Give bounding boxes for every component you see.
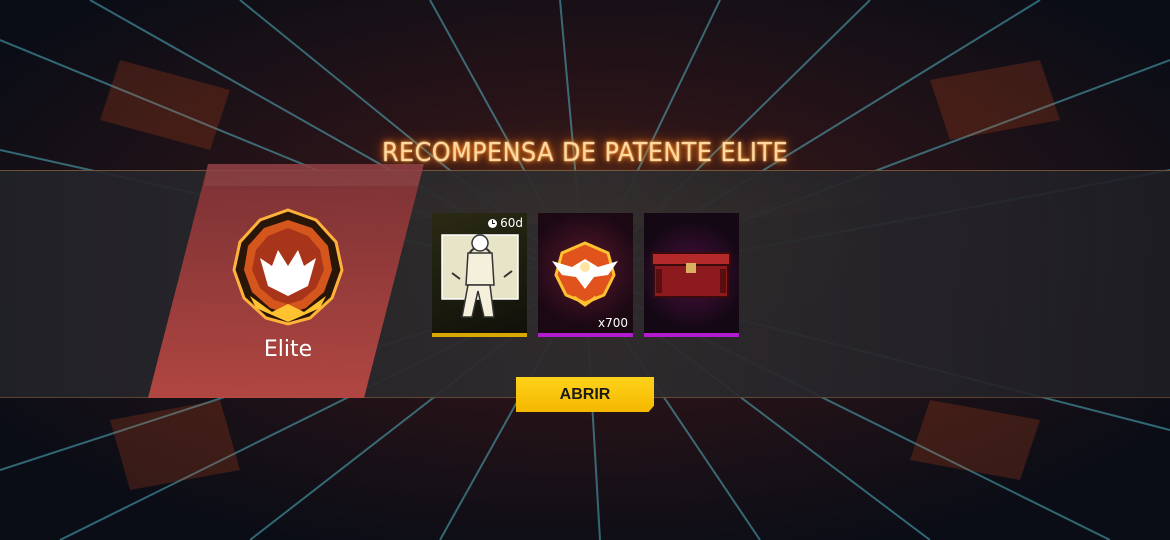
reward-quantity: x700 xyxy=(597,316,628,330)
rarity-bar xyxy=(644,333,739,337)
reward-card-emblem[interactable]: x700 xyxy=(538,213,633,337)
emote-graffiti-icon xyxy=(441,234,519,318)
clock-icon xyxy=(488,218,498,228)
open-button[interactable]: ABRIR xyxy=(516,377,654,412)
red-crate-icon xyxy=(651,252,731,298)
elite-rank-badge-icon xyxy=(232,208,344,326)
rarity-bar xyxy=(432,333,527,337)
rank-name: Elite xyxy=(263,337,313,362)
reward-duration: 60d xyxy=(488,216,523,230)
reward-card-crate[interactable] xyxy=(644,213,739,337)
reward-card-emote[interactable]: 60d xyxy=(432,213,527,337)
duration-text: 60d xyxy=(500,216,523,230)
rarity-bar xyxy=(538,333,633,337)
